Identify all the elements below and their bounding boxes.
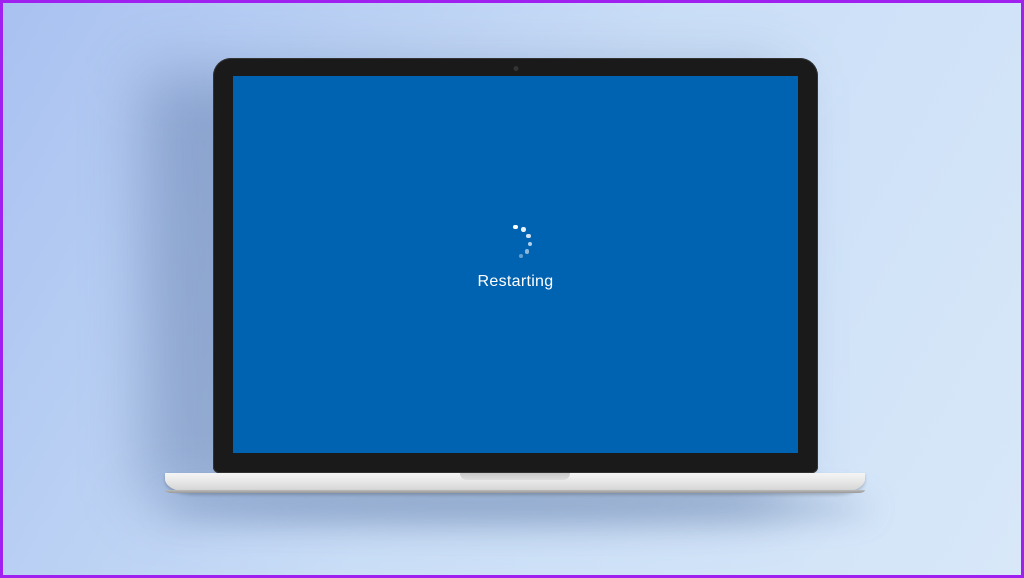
laptop-device: Restarting bbox=[213, 58, 818, 493]
base-shadow bbox=[161, 493, 871, 523]
webcam-icon bbox=[513, 66, 518, 71]
laptop-base bbox=[165, 473, 865, 493]
restart-status-text: Restarting bbox=[478, 273, 554, 291]
loading-spinner-icon bbox=[499, 225, 533, 259]
laptop-bezel: Restarting bbox=[213, 58, 818, 473]
os-restart-screen: Restarting bbox=[233, 76, 798, 453]
